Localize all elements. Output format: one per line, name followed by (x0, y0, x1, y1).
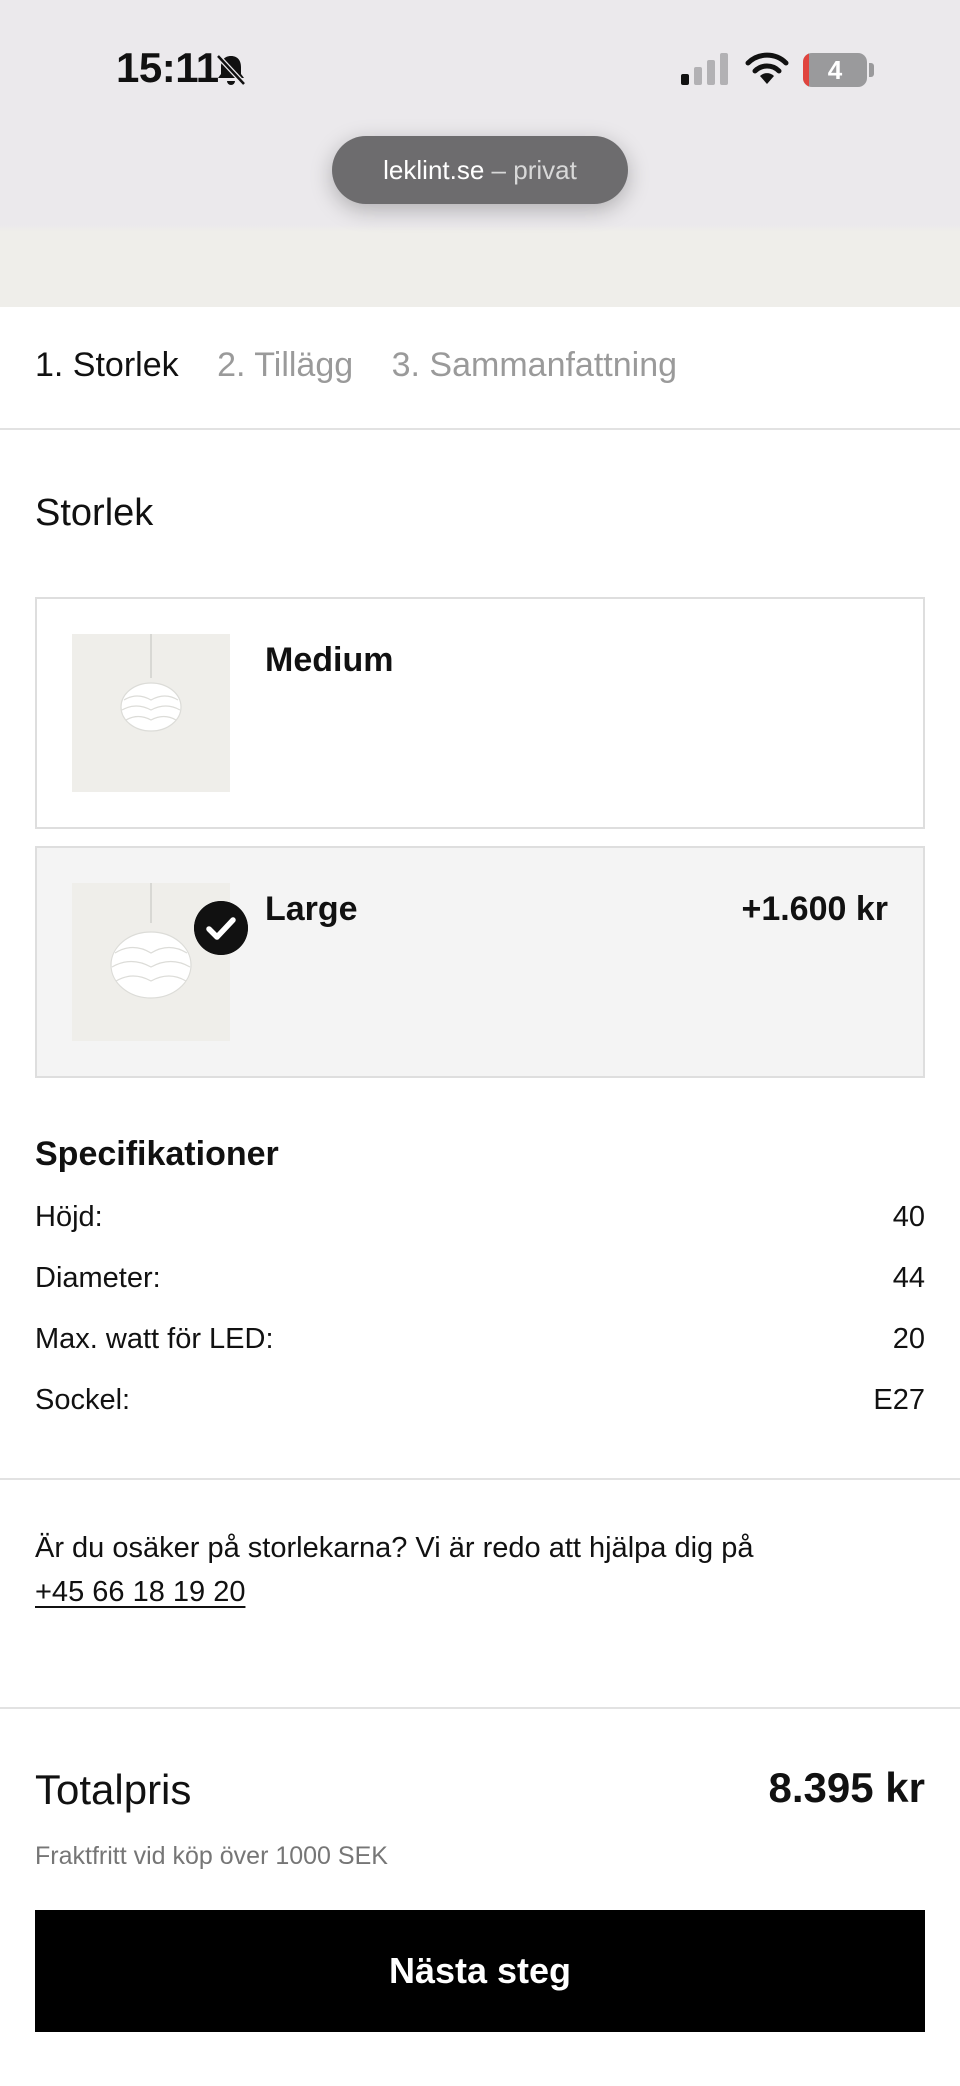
spec-label: Höjd: (35, 1201, 103, 1233)
help-phone-link[interactable]: +45 66 18 19 20 (35, 1576, 245, 1608)
divider (0, 1707, 960, 1709)
shipping-note: Fraktfritt vid köp över 1000 SEK (35, 1842, 388, 1870)
spec-row-height: Höjd: 40 (35, 1201, 925, 1241)
url-separator: – (491, 155, 507, 185)
next-step-button[interactable]: Nästa steg (35, 1910, 925, 2032)
status-time: 15:11 (116, 44, 219, 91)
lamp-thumbnail-medium (72, 634, 230, 792)
spec-value: 44 (892, 1262, 925, 1294)
spec-row-socket: Sockel: E27 (35, 1384, 925, 1424)
step-navigation: 1. Storlek 2. Tillägg 3. Sammanfattning (35, 346, 711, 392)
step-1-size[interactable]: 1. Storlek (35, 346, 179, 385)
divider (0, 1478, 960, 1480)
battery-icon: 4 (803, 53, 867, 87)
total-price-label: Totalpris (35, 1766, 192, 1813)
step-2-addons[interactable]: 2. Tillägg (217, 346, 353, 385)
size-option-name: Large (265, 890, 358, 928)
total-price-value: 8.395 kr (768, 1764, 925, 1811)
size-help-text: Är du osäker på storlekarna? Vi är redo … (35, 1526, 925, 1614)
spec-label: Sockel: (35, 1384, 131, 1416)
checkmark-selected-icon (194, 901, 248, 955)
spec-value: E27 (873, 1384, 925, 1416)
wifi-icon (745, 52, 789, 84)
size-option-name: Medium (265, 641, 394, 679)
specifications-title: Specifikationer (35, 1135, 279, 1173)
bell-slash-icon (216, 54, 246, 86)
pendant-lamp-icon (120, 634, 182, 732)
spec-row-diameter: Diameter: 44 (35, 1262, 925, 1302)
size-option-price: +1.600 kr (741, 890, 888, 928)
size-option-medium[interactable]: Medium (35, 597, 925, 829)
status-bar: 15:11 4 leklint.se – privat (0, 0, 960, 307)
spec-label: Diameter: (35, 1262, 161, 1294)
size-option-large[interactable]: Large +1.600 kr (35, 846, 925, 1078)
size-section-title: Storlek (35, 492, 154, 534)
spec-value: 40 (892, 1201, 925, 1233)
lamp-thumbnail-large (72, 883, 248, 1041)
divider (0, 428, 960, 430)
cellular-signal-icon (681, 53, 728, 85)
spec-row-max-watt: Max. watt för LED: 20 (35, 1323, 925, 1363)
battery-cap (869, 63, 874, 77)
battery-level: 4 (827, 55, 843, 85)
url-domain: leklint.se (383, 155, 485, 185)
spec-label: Max. watt för LED: (35, 1323, 274, 1355)
spec-value: 20 (892, 1323, 925, 1355)
browsing-mode: privat (513, 155, 577, 185)
address-bar[interactable]: leklint.se – privat (332, 136, 628, 204)
step-3-summary[interactable]: 3. Sammanfattning (392, 346, 677, 385)
help-text: Är du osäker på storlekarna? Vi är redo … (35, 1532, 754, 1564)
